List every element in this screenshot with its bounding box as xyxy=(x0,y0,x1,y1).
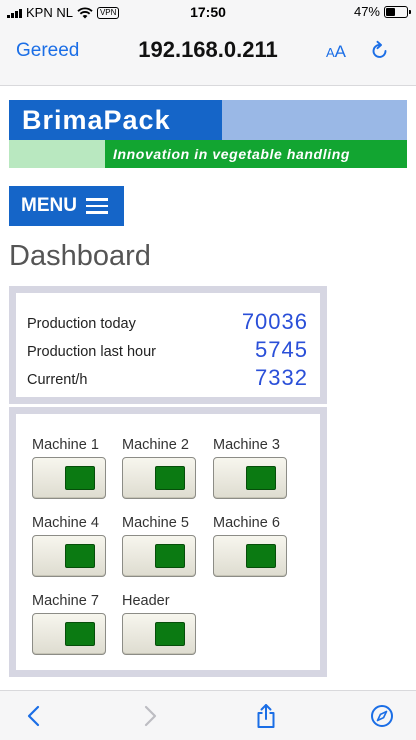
toggle-on-indicator xyxy=(65,622,95,646)
machine-label: Machine 2 xyxy=(122,437,189,453)
stat-row-current-per-hour: Current/h 7332 xyxy=(27,365,308,391)
status-bar: KPN NL VPN 17:50 47% xyxy=(0,0,416,24)
machine-label: Machine 3 xyxy=(213,437,280,453)
toggle-on-indicator xyxy=(155,466,185,490)
machine-5-toggle[interactable] xyxy=(122,535,196,577)
toggle-on-indicator xyxy=(65,544,95,568)
stat-value: 5745 xyxy=(255,337,308,362)
machines-panel: Machine 1 Machine 2 Machine 3 Machine 4 … xyxy=(9,407,327,677)
aa-small-label: A xyxy=(325,45,335,60)
logo-tagline: Innovation in vegetable handling xyxy=(113,146,350,162)
stat-value: 7332 xyxy=(255,365,308,390)
machine-7: Machine 7 xyxy=(32,593,112,655)
page-title: Dashboard xyxy=(9,240,151,272)
battery-icon xyxy=(384,5,411,18)
machine-6-toggle[interactable] xyxy=(213,535,287,577)
menu-label: MENU xyxy=(21,195,77,216)
machine-2-toggle[interactable] xyxy=(122,457,196,499)
machine-header: Header xyxy=(122,593,202,655)
logo-name: BrimaPack xyxy=(22,105,171,135)
battery-percent: 47% xyxy=(353,4,380,19)
machine-3-toggle[interactable] xyxy=(213,457,287,499)
machine-6: Machine 6 xyxy=(213,515,293,577)
machine-5: Machine 5 xyxy=(122,515,202,577)
stat-value: 70036 xyxy=(241,309,308,334)
reload-icon[interactable] xyxy=(370,40,390,62)
toggle-on-indicator xyxy=(155,622,185,646)
machine-7-toggle[interactable] xyxy=(32,613,106,655)
machine-1: Machine 1 xyxy=(32,437,112,499)
address-bar[interactable]: 192.168.0.211 xyxy=(0,37,416,63)
machine-label: Machine 5 xyxy=(122,515,189,531)
machine-label: Header xyxy=(122,593,170,609)
battery-level xyxy=(386,7,396,16)
stat-label: Production today xyxy=(27,316,136,332)
header-toggle[interactable] xyxy=(122,613,196,655)
toggle-on-indicator xyxy=(246,466,276,490)
forward-icon[interactable] xyxy=(138,703,162,729)
hamburger-icon xyxy=(85,198,108,214)
toggle-on-indicator xyxy=(65,466,95,490)
back-icon[interactable] xyxy=(22,703,46,729)
machine-label: Machine 4 xyxy=(32,515,99,531)
status-right: 47% xyxy=(353,4,411,19)
browser-bottom-toolbar xyxy=(0,690,416,740)
stat-label: Production last hour xyxy=(27,344,156,360)
toggle-on-indicator xyxy=(155,544,185,568)
machine-4: Machine 4 xyxy=(32,515,112,577)
share-icon[interactable] xyxy=(254,703,278,729)
compass-icon[interactable] xyxy=(370,703,394,729)
browser-top-bar: Gereed 192.168.0.211 AA xyxy=(0,24,416,86)
machine-1-toggle[interactable] xyxy=(32,457,106,499)
machine-label: Machine 6 xyxy=(213,515,280,531)
machine-label: Machine 7 xyxy=(32,593,99,609)
stat-row-production-today: Production today 70036 xyxy=(27,309,308,335)
stat-label: Current/h xyxy=(27,372,88,388)
brimapack-logo: BrimaPack Innovation in vegetable handli… xyxy=(9,100,407,168)
menu-button[interactable]: MENU xyxy=(9,186,124,226)
aa-large-label: A xyxy=(334,42,346,61)
machine-2: Machine 2 xyxy=(122,437,202,499)
machine-3: Machine 3 xyxy=(213,437,293,499)
machine-4-toggle[interactable] xyxy=(32,535,106,577)
production-stats-panel: Production today 70036 Production last h… xyxy=(9,286,327,404)
toggle-on-indicator xyxy=(246,544,276,568)
stat-row-production-last-hour: Production last hour 5745 xyxy=(27,337,308,363)
text-size-button[interactable]: AA xyxy=(326,42,346,62)
machine-label: Machine 1 xyxy=(32,437,99,453)
